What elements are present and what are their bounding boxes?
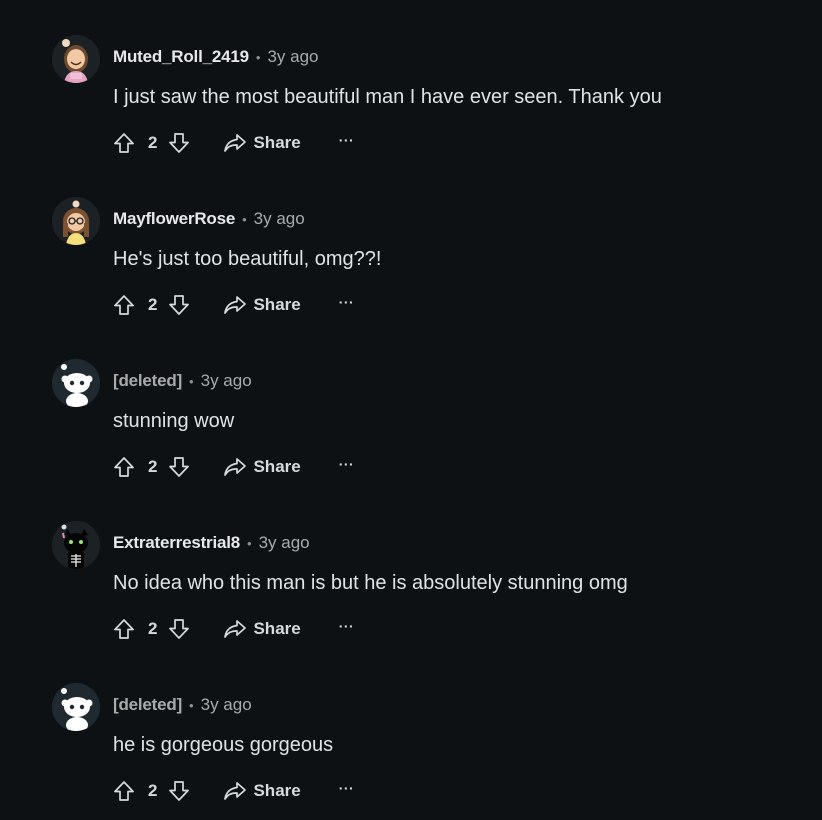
comment-meta: Muted_Roll_2419 • 3y ago: [113, 45, 319, 69]
smiling-girl-avatar-icon: [52, 35, 100, 83]
separator-dot: •: [189, 697, 194, 713]
username-link[interactable]: MayflowerRose: [113, 209, 235, 229]
black-cat-skeleton-avatar-icon: [52, 521, 100, 569]
share-arrow-icon: [224, 458, 247, 476]
downvote-arrow-icon: [169, 133, 190, 153]
more-options-button[interactable]: ···: [339, 295, 355, 315]
user-avatar[interactable]: [52, 683, 100, 731]
downvote-button[interactable]: [165, 128, 193, 158]
separator-dot: •: [189, 373, 194, 389]
username-link[interactable]: Muted_Roll_2419: [113, 47, 249, 67]
more-options-button[interactable]: ···: [339, 133, 355, 153]
share-label: Share: [253, 619, 301, 638]
upvote-button[interactable]: [110, 290, 138, 320]
downvote-arrow-icon: [169, 781, 190, 801]
separator-dot: •: [255, 49, 261, 65]
user-avatar[interactable]: [52, 359, 100, 407]
upvote-button[interactable]: [110, 776, 138, 806]
username-link: [deleted]: [113, 695, 183, 714]
separator-dot: •: [242, 211, 247, 227]
comment-meta: MayflowerRose • 3y ago: [113, 207, 305, 231]
downvote-button[interactable]: [165, 614, 193, 644]
default-snoo-avatar-icon: [52, 683, 100, 731]
vote-score: 2: [148, 133, 158, 152]
upvote-arrow-icon: [114, 457, 134, 477]
user-avatar[interactable]: [52, 35, 100, 83]
upvote-arrow-icon: [114, 133, 134, 153]
comment-body: He's just too beautiful, omg??!: [113, 248, 382, 270]
comment: [deleted] • 3y ago stunning wow 2 Share …: [0, 324, 822, 486]
vote-score: 2: [148, 619, 158, 638]
share-label: Share: [253, 133, 301, 152]
share-arrow-icon: [224, 134, 247, 152]
comment: Muted_Roll_2419 • 3y ago I just saw the …: [0, 0, 822, 162]
comment-body: he is gorgeous gorgeous: [113, 734, 334, 756]
share-button[interactable]: Share: [223, 456, 301, 478]
upvote-arrow-icon: [114, 781, 134, 801]
comment-actions: 2 Share ···: [110, 614, 354, 644]
user-avatar[interactable]: [52, 197, 100, 245]
comment-meta: [deleted] • 3y ago: [113, 369, 252, 393]
share-label: Share: [253, 781, 301, 800]
share-button[interactable]: Share: [223, 780, 301, 802]
downvote-arrow-icon: [169, 457, 190, 477]
vote-score: 2: [148, 781, 158, 800]
timestamp[interactable]: 3y ago: [201, 371, 252, 391]
upvote-button[interactable]: [110, 452, 138, 482]
more-options-button[interactable]: ···: [339, 619, 355, 639]
upvote-arrow-icon: [114, 295, 134, 315]
share-label: Share: [253, 457, 301, 476]
downvote-arrow-icon: [169, 295, 190, 315]
share-button[interactable]: Share: [223, 132, 301, 154]
share-arrow-icon: [224, 296, 247, 314]
more-options-button[interactable]: ···: [339, 457, 355, 477]
timestamp[interactable]: 3y ago: [201, 695, 252, 715]
username-link[interactable]: Extraterrestrial8: [113, 533, 240, 553]
share-arrow-icon: [224, 782, 247, 800]
downvote-button[interactable]: [165, 452, 193, 482]
timestamp[interactable]: 3y ago: [254, 209, 305, 229]
comment: MayflowerRose • 3y ago He's just too bea…: [0, 162, 822, 324]
downvote-button[interactable]: [165, 776, 193, 806]
default-snoo-avatar-icon: [52, 359, 100, 407]
comment: Extraterrestrial8 • 3y ago No idea who t…: [0, 486, 822, 648]
comment-meta: Extraterrestrial8 • 3y ago: [113, 531, 310, 555]
downvote-button[interactable]: [165, 290, 193, 320]
upvote-button[interactable]: [110, 614, 138, 644]
share-button[interactable]: Share: [223, 294, 301, 316]
separator-dot: •: [247, 535, 252, 551]
comment-actions: 2 Share ···: [110, 290, 354, 320]
comment-actions: 2 Share ···: [110, 776, 354, 806]
comment-body: stunning wow: [113, 410, 235, 432]
timestamp[interactable]: 3y ago: [267, 47, 318, 67]
comment-actions: 2 Share ···: [110, 452, 354, 482]
comment-body: No idea who this man is but he is absolu…: [113, 572, 628, 594]
share-label: Share: [253, 295, 301, 314]
glasses-girl-avatar-icon: [52, 197, 100, 245]
vote-score: 2: [148, 457, 158, 476]
more-options-button[interactable]: ···: [339, 781, 355, 801]
share-button[interactable]: Share: [223, 618, 301, 640]
downvote-arrow-icon: [169, 619, 190, 639]
user-avatar[interactable]: [52, 521, 100, 569]
upvote-button[interactable]: [110, 128, 138, 158]
timestamp[interactable]: 3y ago: [259, 533, 310, 553]
comment-body: I just saw the most beautiful man I have…: [113, 86, 662, 108]
vote-score: 2: [148, 295, 158, 314]
share-arrow-icon: [224, 620, 247, 638]
comment-meta: [deleted] • 3y ago: [113, 693, 252, 717]
username-link: [deleted]: [113, 371, 183, 390]
comment-actions: 2 Share ···: [110, 128, 354, 158]
comment: [deleted] • 3y ago he is gorgeous gorgeo…: [0, 648, 822, 810]
upvote-arrow-icon: [114, 619, 134, 639]
